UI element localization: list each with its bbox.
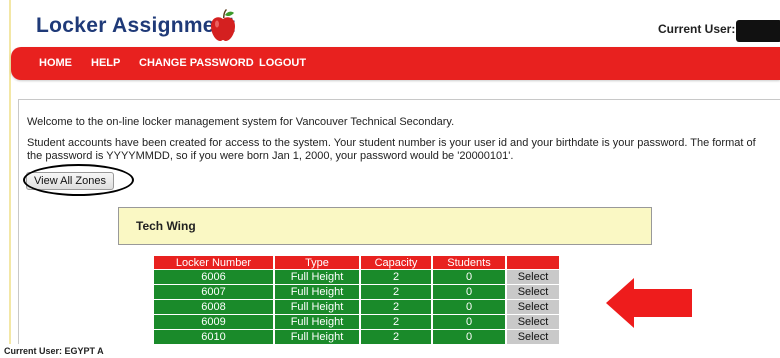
locker-number: 6010: [154, 330, 273, 344]
locker-capacity: 2: [361, 330, 431, 344]
footer-current-user: Current User: EGYPT A: [4, 346, 104, 356]
red-arrow-icon: [606, 278, 692, 328]
highlight-circle: [23, 164, 134, 196]
select-button[interactable]: Select: [507, 270, 559, 284]
locker-type: Full Height: [275, 270, 359, 284]
locker-number: 6006: [154, 270, 273, 284]
select-button[interactable]: Select: [507, 315, 559, 329]
locker-students: 0: [433, 285, 505, 299]
locker-students: 0: [433, 315, 505, 329]
table-header-row: Locker Number Type Capacity Students: [154, 256, 559, 269]
col-locker-number: Locker Number: [154, 256, 273, 269]
table-row: 6009 Full Height 2 0 Select: [154, 315, 559, 329]
col-students: Students: [433, 256, 505, 269]
app-title: Locker Assignment: [36, 14, 236, 37]
locker-capacity: 2: [361, 300, 431, 314]
table-row: 6008 Full Height 2 0 Select: [154, 300, 559, 314]
locker-type: Full Height: [275, 315, 359, 329]
locker-capacity: 2: [361, 315, 431, 329]
apple-icon: [211, 9, 235, 41]
select-button[interactable]: Select: [507, 330, 559, 344]
select-button[interactable]: Select: [507, 285, 559, 299]
main-nav: HOME HELP CHANGE PASSWORD LOGOUT: [11, 47, 780, 80]
table-row: 6006 Full Height 2 0 Select: [154, 270, 559, 284]
locker-capacity: 2: [361, 285, 431, 299]
nav-logout[interactable]: LOGOUT: [259, 57, 306, 69]
table-row: 6007 Full Height 2 0 Select: [154, 285, 559, 299]
locker-capacity: 2: [361, 270, 431, 284]
locker-students: 0: [433, 270, 505, 284]
locker-type: Full Height: [275, 300, 359, 314]
col-action: [507, 256, 559, 269]
locker-type: Full Height: [275, 285, 359, 299]
locker-type: Full Height: [275, 330, 359, 344]
zone-title: Tech Wing: [136, 219, 196, 233]
locker-number: 6008: [154, 300, 273, 314]
locker-table: Locker Number Type Capacity Students 600…: [152, 255, 561, 345]
locker-students: 0: [433, 300, 505, 314]
table-row: 6010 Full Height 2 0 Select: [154, 330, 559, 344]
current-user-label: Current User:: [658, 22, 736, 36]
nav-home[interactable]: HOME: [39, 57, 72, 69]
footer-band: [0, 344, 780, 358]
zone-header: Tech Wing: [118, 207, 652, 245]
locker-number: 6009: [154, 315, 273, 329]
locker-students: 0: [433, 330, 505, 344]
col-capacity: Capacity: [361, 256, 431, 269]
app-header: Locker Assignment Current User:: [12, 0, 780, 48]
info-text: Student accounts have been created for a…: [27, 137, 756, 162]
page-left-border: [9, 0, 11, 344]
nav-help[interactable]: HELP: [91, 57, 120, 69]
welcome-text: Welcome to the on-line locker management…: [27, 116, 455, 128]
nav-change-password[interactable]: CHANGE PASSWORD: [139, 57, 254, 69]
locker-number: 6007: [154, 285, 273, 299]
select-button[interactable]: Select: [507, 300, 559, 314]
redacted-username: [736, 20, 780, 42]
col-type: Type: [275, 256, 359, 269]
